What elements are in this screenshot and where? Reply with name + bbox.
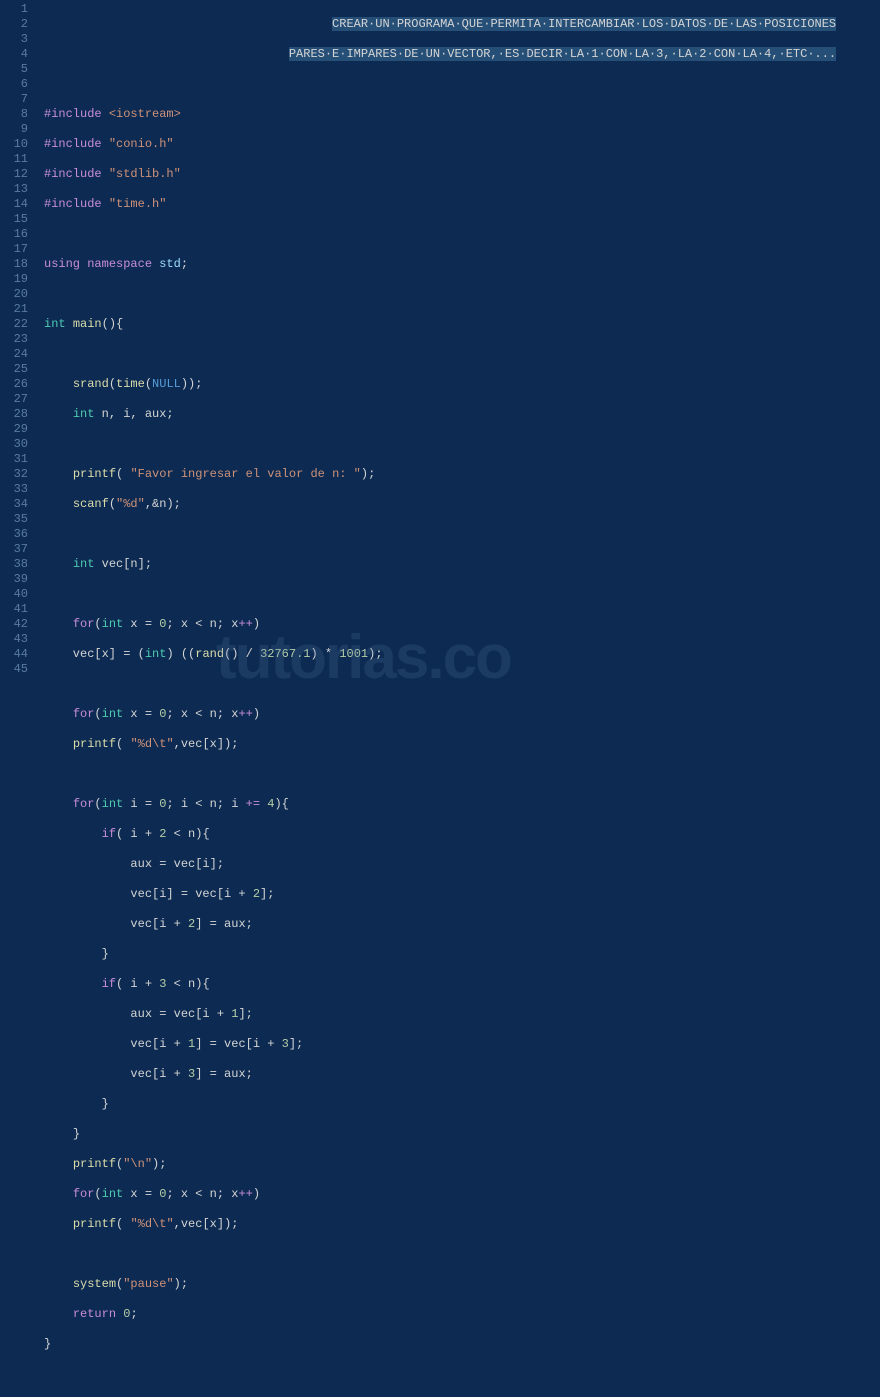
line-number: 25 xyxy=(0,362,28,377)
line-number: 1 xyxy=(0,2,28,17)
code-line xyxy=(44,347,872,362)
code-line: #include "conio.h" xyxy=(44,137,872,152)
line-number: 28 xyxy=(0,407,28,422)
code-line: aux = vec[i]; xyxy=(44,857,872,872)
line-number: 21 xyxy=(0,302,28,317)
line-number: 26 xyxy=(0,377,28,392)
code-line: for(int x = 0; x < n; x++) xyxy=(44,617,872,632)
code-line: vec[x] = (int) ((rand() / 32767.1) * 100… xyxy=(44,647,872,662)
code-line: } xyxy=(44,1097,872,1112)
line-number: 31 xyxy=(0,452,28,467)
code-line xyxy=(44,227,872,242)
line-number: 12 xyxy=(0,167,28,182)
line-number: 42 xyxy=(0,617,28,632)
code-line: PARES·E·IMPARES·DE·UN·VECTOR,·ES·DECIR·L… xyxy=(44,47,872,62)
line-number: 34 xyxy=(0,497,28,512)
code-line: vec[i + 2] = aux; xyxy=(44,917,872,932)
code-line: for(int x = 0; x < n; x++) xyxy=(44,707,872,722)
code-line: #include "stdlib.h" xyxy=(44,167,872,182)
line-number: 30 xyxy=(0,437,28,452)
code-line xyxy=(44,767,872,782)
code-line: using namespace std; xyxy=(44,257,872,272)
line-number: 9 xyxy=(0,122,28,137)
line-number: 39 xyxy=(0,572,28,587)
code-line xyxy=(44,587,872,602)
line-number: 15 xyxy=(0,212,28,227)
code-line xyxy=(44,287,872,302)
line-number: 2 xyxy=(0,17,28,32)
code-line: printf("\n"); xyxy=(44,1157,872,1172)
code-line xyxy=(44,437,872,452)
code-line: vec[i] = vec[i + 2]; xyxy=(44,887,872,902)
line-number-gutter: 1234567891011121314151617181920212223242… xyxy=(0,0,36,700)
code-line: if( i + 3 < n){ xyxy=(44,977,872,992)
line-number: 40 xyxy=(0,587,28,602)
code-line: return 0; xyxy=(44,1307,872,1322)
line-number: 32 xyxy=(0,467,28,482)
line-number: 6 xyxy=(0,77,28,92)
line-number: 36 xyxy=(0,527,28,542)
line-number: 27 xyxy=(0,392,28,407)
line-number: 8 xyxy=(0,107,28,122)
code-line: system("pause"); xyxy=(44,1277,872,1292)
line-number: 17 xyxy=(0,242,28,257)
line-number: 24 xyxy=(0,347,28,362)
code-line: srand(time(NULL)); xyxy=(44,377,872,392)
line-number: 43 xyxy=(0,632,28,647)
code-line: for(int x = 0; x < n; x++) xyxy=(44,1187,872,1202)
code-line xyxy=(44,527,872,542)
line-number: 29 xyxy=(0,422,28,437)
code-line: CREAR·UN·PROGRAMA·QUE·PERMITA·INTERCAMBI… xyxy=(44,17,872,32)
code-line: for(int i = 0; i < n; i += 4){ xyxy=(44,797,872,812)
code-line: vec[i + 1] = vec[i + 3]; xyxy=(44,1037,872,1052)
code-line: if( i + 2 < n){ xyxy=(44,827,872,842)
code-editor[interactable]: 1234567891011121314151617181920212223242… xyxy=(0,0,880,700)
code-line: printf( "%d\t",vec[x]); xyxy=(44,1217,872,1232)
code-line: printf( "%d\t",vec[x]); xyxy=(44,737,872,752)
code-line xyxy=(44,1247,872,1262)
line-number: 5 xyxy=(0,62,28,77)
selected-comment: PARES·E·IMPARES·DE·UN·VECTOR,·ES·DECIR·L… xyxy=(289,47,836,61)
line-number: 22 xyxy=(0,317,28,332)
code-line: } xyxy=(44,947,872,962)
line-number: 23 xyxy=(0,332,28,347)
line-number: 14 xyxy=(0,197,28,212)
code-line xyxy=(44,77,872,92)
line-number: 33 xyxy=(0,482,28,497)
line-number: 19 xyxy=(0,272,28,287)
line-number: 16 xyxy=(0,227,28,242)
line-number: 45 xyxy=(0,662,28,677)
code-line: #include <iostream> xyxy=(44,107,872,122)
code-line: int main(){ xyxy=(44,317,872,332)
line-number: 11 xyxy=(0,152,28,167)
line-number: 10 xyxy=(0,137,28,152)
code-line: printf( "Favor ingresar el valor de n: "… xyxy=(44,467,872,482)
line-number: 44 xyxy=(0,647,28,662)
code-line: vec[i + 3] = aux; xyxy=(44,1067,872,1082)
code-line: #include "time.h" xyxy=(44,197,872,212)
line-number: 41 xyxy=(0,602,28,617)
line-number: 18 xyxy=(0,257,28,272)
code-line: } xyxy=(44,1337,872,1352)
code-area[interactable]: CREAR·UN·PROGRAMA·QUE·PERMITA·INTERCAMBI… xyxy=(36,0,880,700)
code-line: aux = vec[i + 1]; xyxy=(44,1007,872,1022)
line-number: 37 xyxy=(0,542,28,557)
line-number: 38 xyxy=(0,557,28,572)
code-line: scanf("%d",&n); xyxy=(44,497,872,512)
line-number: 35 xyxy=(0,512,28,527)
code-line: } xyxy=(44,1127,872,1142)
selected-comment: CREAR·UN·PROGRAMA·QUE·PERMITA·INTERCAMBI… xyxy=(332,17,836,31)
code-line xyxy=(44,677,872,692)
line-number: 4 xyxy=(0,47,28,62)
line-number: 3 xyxy=(0,32,28,47)
line-number: 7 xyxy=(0,92,28,107)
code-line: int n, i, aux; xyxy=(44,407,872,422)
line-number: 20 xyxy=(0,287,28,302)
line-number: 13 xyxy=(0,182,28,197)
code-line: int vec[n]; xyxy=(44,557,872,572)
